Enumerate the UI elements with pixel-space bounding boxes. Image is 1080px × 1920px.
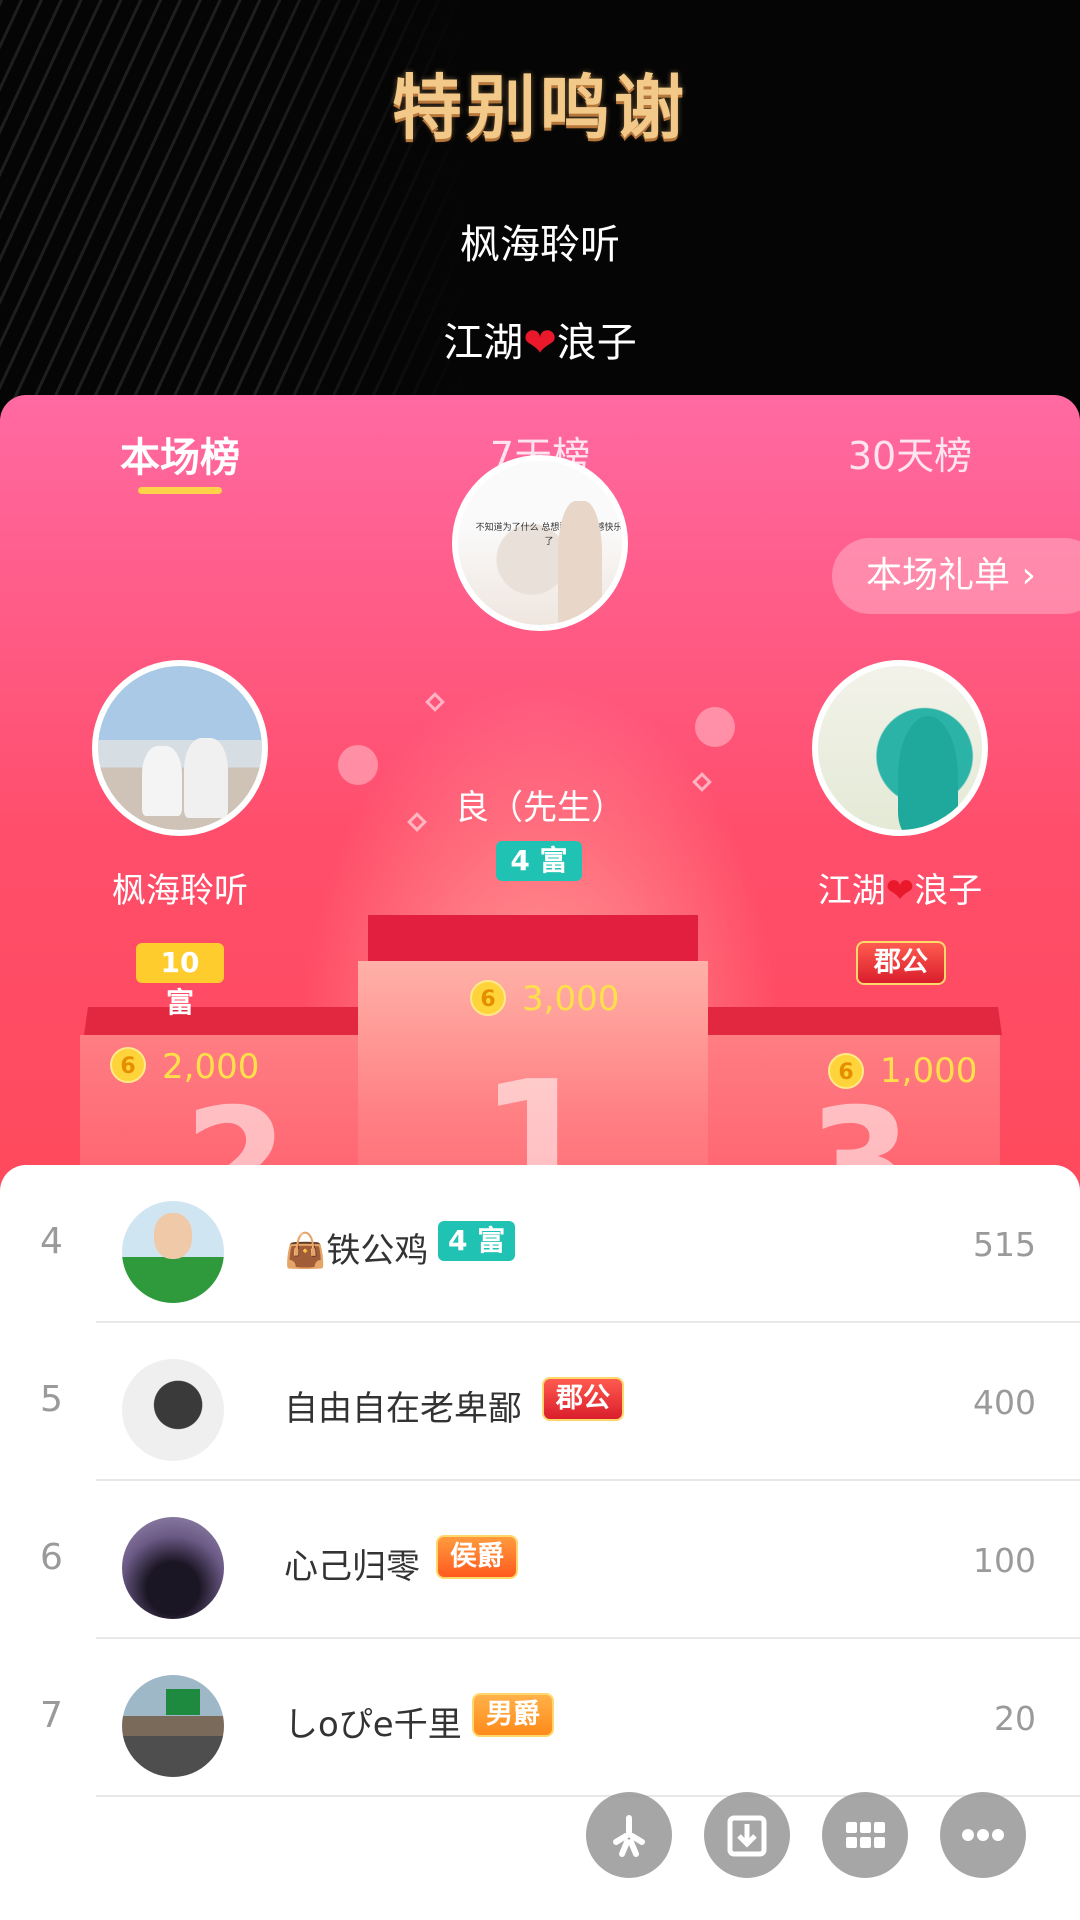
avatar-figure <box>142 746 182 816</box>
second-place-wealth-badge: 10 富 <box>136 943 224 1019</box>
third-place-avatar[interactable] <box>812 660 988 836</box>
rank-number: 6 <box>40 1537 63 1578</box>
third-place-title-badge: 郡公 <box>856 941 946 985</box>
avatar[interactable] <box>122 1517 224 1619</box>
avatar[interactable] <box>122 1201 224 1303</box>
user-name: 自由自在老卑鄙 <box>284 1389 522 1429</box>
list-item[interactable]: 5 自由自在老卑鄙 郡公 400 <box>0 1323 1080 1481</box>
coin-icon: 6 <box>110 1047 146 1083</box>
second-place-name[interactable]: 枫海聆听 <box>30 863 330 912</box>
rank-number: 4 <box>40 1221 63 1262</box>
avatar-figure <box>184 738 228 818</box>
list-item[interactable]: 7 しoぴe千里 男爵 20 <box>0 1639 1080 1797</box>
gift-list-button[interactable]: 本场礼单 › <box>832 538 1080 614</box>
third-place-score: 1,000 <box>880 1051 978 1091</box>
avatar-figure <box>898 716 958 830</box>
user-name: しoぴe千里 <box>284 1705 462 1745</box>
leaderboard-panel: 本场榜 7天榜 30天榜 本场礼单 › 2 3 1 不知道为了什么 总想要没有缺… <box>0 395 1080 1195</box>
user-name: 👜铁公鸡 <box>284 1231 429 1271</box>
score: 100 <box>973 1541 1036 1580</box>
thanks-header: 特别鸣谢 枫海聆听 江湖❤浪子 <box>0 0 1080 400</box>
coin-icon: 6 <box>470 980 506 1016</box>
special-thanks-title: 特别鸣谢 <box>392 67 688 149</box>
tab-current-session[interactable]: 本场榜 <box>100 425 260 483</box>
road-sign-shape <box>166 1689 200 1715</box>
share-button[interactable] <box>586 1792 672 1878</box>
first-place-avatar[interactable]: 不知道为了什么 总想要没有缺憾快乐了 <box>452 455 628 631</box>
more-icon <box>962 1829 1004 1841</box>
rank-number: 5 <box>40 1379 63 1420</box>
more-button[interactable] <box>940 1792 1026 1878</box>
rank-number: 7 <box>40 1695 63 1736</box>
download-icon <box>727 1815 767 1857</box>
title-badge: 侯爵 <box>436 1535 518 1579</box>
sparkle-decoration <box>695 707 735 747</box>
title-badge: 男爵 <box>472 1693 554 1737</box>
avatar[interactable] <box>122 1675 224 1777</box>
avatar[interactable] <box>122 1359 224 1461</box>
thanks-name-2: 江湖❤浪子 <box>443 320 637 366</box>
user-name: 心己归零 <box>284 1547 420 1587</box>
avatar-figure <box>558 501 602 625</box>
grid-button[interactable] <box>822 1792 908 1878</box>
score: 515 <box>973 1225 1036 1264</box>
tab-30-days[interactable]: 30天榜 <box>820 425 1000 480</box>
download-button[interactable] <box>704 1792 790 1878</box>
ranking-list: 4 👜铁公鸡 4 富 515 5 自由自在老卑鄙 郡公 400 6 心己归零 侯… <box>0 1165 1080 1920</box>
wealth-badge: 4 富 <box>438 1221 516 1261</box>
first-place-name[interactable]: 良（先生） <box>390 780 690 829</box>
first-place-wealth-badge: 4 富 <box>496 841 582 881</box>
handbag-icon: 👜 <box>284 1231 327 1271</box>
second-place-avatar[interactable] <box>92 660 268 836</box>
score: 400 <box>973 1383 1036 1422</box>
heart-icon: ❤ <box>885 871 915 911</box>
second-place-score: 2,000 <box>162 1047 260 1087</box>
list-item[interactable]: 4 👜铁公鸡 4 富 515 <box>0 1165 1080 1323</box>
podium-first: 1 <box>358 915 708 1195</box>
heart-icon: ❤ <box>523 320 557 366</box>
active-tab-indicator <box>138 487 222 494</box>
list-item[interactable]: 6 心己归零 侯爵 100 <box>0 1481 1080 1639</box>
coin-icon: 6 <box>828 1053 864 1089</box>
share-icon <box>613 1815 645 1857</box>
title-badge: 郡公 <box>542 1377 624 1421</box>
grid-icon <box>846 1822 885 1848</box>
sparkle-decoration <box>338 745 378 785</box>
avatar-face <box>154 1213 192 1259</box>
thanks-name-1: 枫海聆听 <box>460 222 620 268</box>
third-place-name[interactable]: 江湖❤浪子 <box>750 863 1050 912</box>
score: 20 <box>994 1699 1036 1738</box>
first-place-score: 3,000 <box>522 979 620 1019</box>
